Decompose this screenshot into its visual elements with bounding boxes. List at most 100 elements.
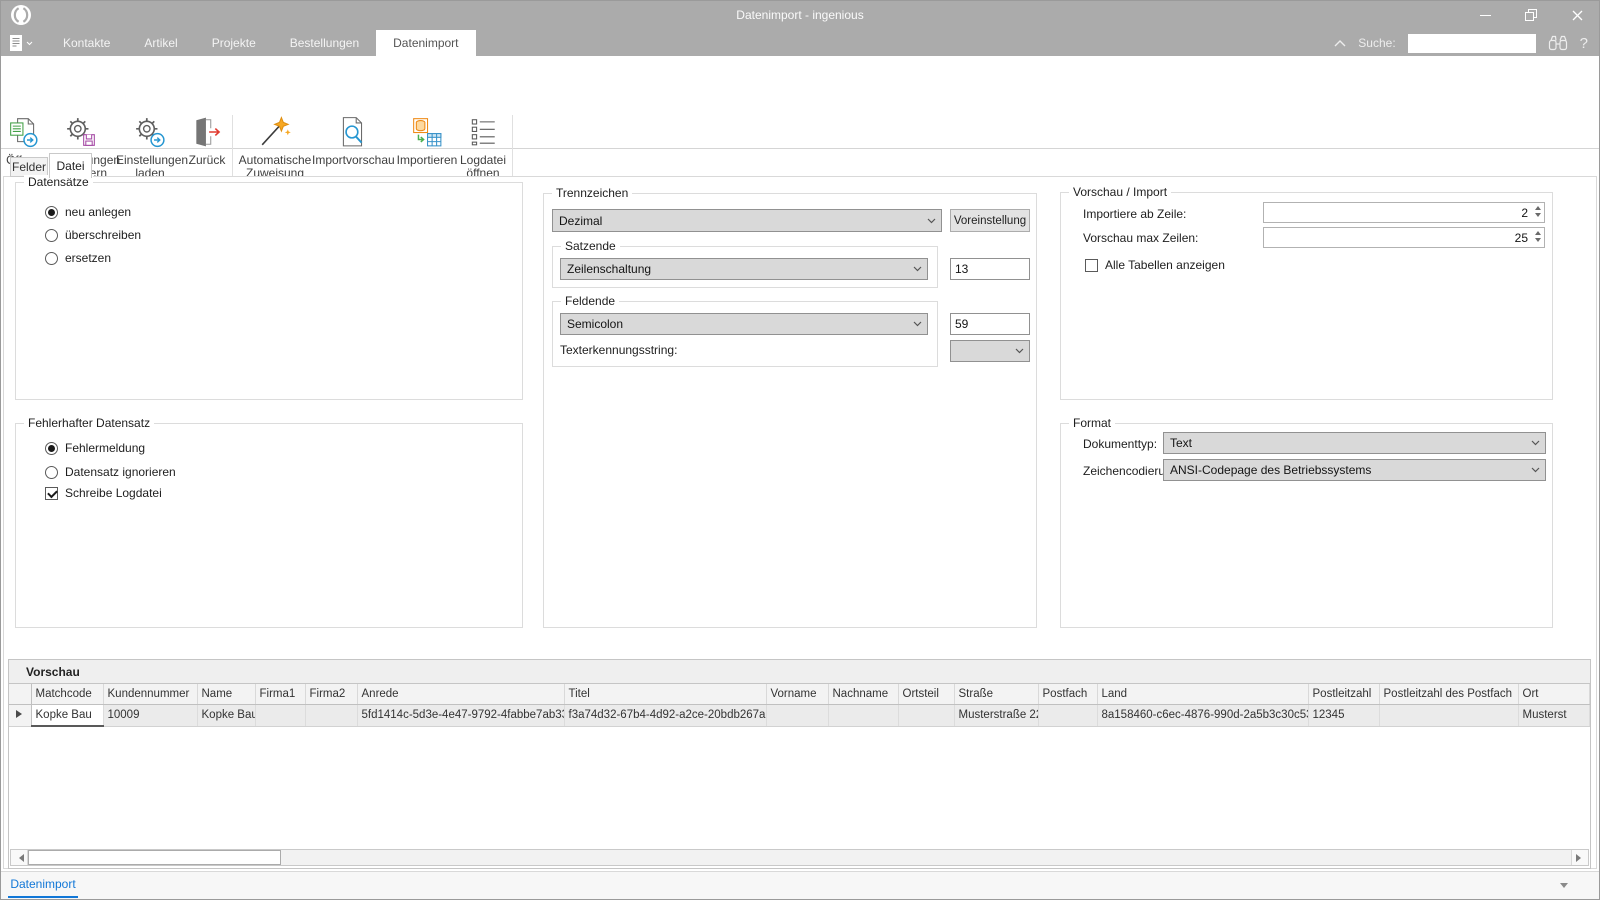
column-header-firma1[interactable]: Firma1 xyxy=(255,684,305,705)
column-header-postfach[interactable]: Postfach xyxy=(1038,684,1097,705)
chevron-down-icon xyxy=(1531,467,1540,473)
record-end-combo[interactable]: Zeilenschaltung xyxy=(560,258,928,280)
column-header-name[interactable]: Name xyxy=(197,684,255,705)
ribbon-tab-bestellungen[interactable]: Bestellungen xyxy=(273,30,376,56)
grid-cell-anrede[interactable]: 5fd1414c-5d3e-4e47-9792-4fabbe7ab33f xyxy=(357,705,564,727)
table-row[interactable]: Kopke Bau 10009 Kopke Bau 5fd1414c-5d3e-… xyxy=(9,705,1590,727)
grid-cell-kundennummer[interactable]: 10009 xyxy=(103,705,197,727)
field-end-combo[interactable]: Semicolon xyxy=(560,313,928,335)
import-preview-button[interactable]: Importvorschau xyxy=(312,116,394,167)
grid-cell-firma2[interactable] xyxy=(305,705,357,727)
search-input[interactable] xyxy=(1408,34,1536,53)
radio-ueberschreiben[interactable] xyxy=(45,229,58,242)
grid-cell-titel[interactable]: f3a74d32-67b4-4d92-a2ce-20bdb267a6ef xyxy=(564,705,766,727)
column-header-strasse[interactable]: Straße xyxy=(954,684,1038,705)
ribbon-tab-artikel[interactable]: Artikel xyxy=(127,30,194,56)
field-end-code-input[interactable] xyxy=(950,313,1030,335)
column-header-postleitzahl-postfach[interactable]: Postleitzahl des Postfach xyxy=(1379,684,1518,705)
combo-value: Zeilenschaltung xyxy=(567,262,651,276)
tab-list-dropdown-icon[interactable] xyxy=(1560,883,1568,892)
grid-cell-ort[interactable]: Musterst xyxy=(1518,705,1590,727)
column-header-ort[interactable]: Ort xyxy=(1518,684,1590,705)
groupbox-title: Fehlerhafter Datensatz xyxy=(24,416,154,430)
radio-label: überschreiben xyxy=(65,228,141,242)
chevron-down-icon xyxy=(1531,440,1540,446)
record-end-code-input[interactable] xyxy=(950,258,1030,280)
document-type-combo[interactable]: Text xyxy=(1163,432,1546,454)
import-from-row-input[interactable] xyxy=(1264,203,1531,222)
ribbon-tab-kontakte[interactable]: Kontakte xyxy=(46,30,127,56)
grid-cell-firma1[interactable] xyxy=(255,705,305,727)
ribbon-tab-projekte[interactable]: Projekte xyxy=(195,30,273,56)
close-button[interactable] xyxy=(1554,0,1600,30)
tab-datei[interactable]: Datei xyxy=(49,153,92,178)
preview-max-rows-input[interactable] xyxy=(1264,228,1531,247)
database-import-icon xyxy=(411,116,443,148)
collapse-ribbon-icon[interactable] xyxy=(1334,40,1346,47)
preset-button[interactable]: Voreinstellung xyxy=(950,209,1030,232)
grid-cell-name[interactable]: Kopke Bau xyxy=(197,705,255,727)
app-menu-button[interactable] xyxy=(8,32,40,54)
decimal-separator-combo[interactable]: Dezimal xyxy=(552,209,942,232)
encoding-combo[interactable]: ANSI-Codepage des Betriebssystems xyxy=(1163,459,1546,481)
radio-label: Fehlermeldung xyxy=(65,441,145,455)
load-settings-button[interactable]: Einstellungenladen xyxy=(116,116,184,180)
horizontal-scrollbar[interactable] xyxy=(10,849,1589,866)
button-label: Importieren xyxy=(396,154,458,167)
chevron-down-icon xyxy=(1015,348,1024,354)
column-header-firma2[interactable]: Firma2 xyxy=(305,684,357,705)
minimize-button[interactable] xyxy=(1462,0,1508,30)
back-button[interactable]: Zurück xyxy=(186,116,228,167)
grid-cell-matchcode[interactable]: Kopke Bau xyxy=(31,705,103,727)
preview-max-rows-spinner[interactable] xyxy=(1263,227,1545,248)
grid-cell-nachname[interactable] xyxy=(828,705,898,727)
checkbox-schreibe-logdatei[interactable] xyxy=(45,487,58,500)
column-header-ortsteil[interactable]: Ortsteil xyxy=(898,684,954,705)
radio-ersetzen[interactable] xyxy=(45,252,58,265)
text-qualifier-label: Texterkennungsstring: xyxy=(560,343,677,357)
binoculars-icon[interactable] xyxy=(1548,35,1568,51)
checkbox-alle-tabellen[interactable] xyxy=(1085,259,1098,272)
preview-panel-title: Vorschau xyxy=(9,660,1590,684)
groupbox-vorschau-import: Vorschau / Import xyxy=(1060,192,1553,400)
open-logfile-button[interactable]: Logdateiöffnen xyxy=(458,116,508,180)
grid-cell-postfach[interactable] xyxy=(1038,705,1097,727)
restore-button[interactable] xyxy=(1508,0,1554,30)
ribbon-tab-datenimport[interactable]: Datenimport xyxy=(376,30,475,56)
auto-assign-button[interactable]: AutomatischeZuweisung xyxy=(238,116,312,180)
column-header-nachname[interactable]: Nachname xyxy=(828,684,898,705)
column-header-titel[interactable]: Titel xyxy=(564,684,766,705)
grid-cell-postleitzahl-postfach[interactable] xyxy=(1379,705,1518,727)
column-header-kundennummer[interactable]: Kundennummer xyxy=(103,684,197,705)
column-header-anrede[interactable]: Anrede xyxy=(357,684,564,705)
document-tab-datenimport[interactable]: Datenimport xyxy=(8,872,78,896)
grid-cell-land[interactable]: 8a158460-c6ec-4876-990d-2a5b3c30c530 xyxy=(1097,705,1308,727)
checkbox-label: Schreibe Logdatei xyxy=(65,486,162,500)
tab-felder[interactable]: Felder xyxy=(10,157,48,177)
spinner-arrows[interactable] xyxy=(1531,228,1544,247)
column-header-land[interactable]: Land xyxy=(1097,684,1308,705)
grid-cell-strasse[interactable]: Musterstraße 22 xyxy=(954,705,1038,727)
column-header-vorname[interactable]: Vorname xyxy=(766,684,828,705)
column-header-postleitzahl[interactable]: Postleitzahl xyxy=(1308,684,1379,705)
text-qualifier-combo[interactable] xyxy=(950,340,1030,362)
column-header-matchcode[interactable]: Matchcode xyxy=(31,684,103,705)
import-from-row-spinner[interactable] xyxy=(1263,202,1545,223)
chevron-down-icon xyxy=(927,218,936,224)
grid-cell-ortsteil[interactable] xyxy=(898,705,954,727)
help-icon[interactable]: ? xyxy=(1580,35,1588,52)
search-label: Suche: xyxy=(1358,36,1395,50)
radio-fehlermeldung[interactable] xyxy=(45,442,58,455)
grid-cell-postleitzahl[interactable]: 12345 xyxy=(1308,705,1379,727)
scroll-left-button[interactable] xyxy=(11,850,28,865)
scroll-right-button[interactable] xyxy=(1571,850,1588,865)
grid-cell-vorname[interactable] xyxy=(766,705,828,727)
spinner-arrows[interactable] xyxy=(1531,203,1544,222)
radio-neu-anlegen[interactable] xyxy=(45,206,58,219)
scrollbar-thumb[interactable] xyxy=(28,850,281,865)
row-indicator-cell[interactable] xyxy=(9,705,31,727)
grid-corner-cell[interactable] xyxy=(9,684,31,705)
restore-icon xyxy=(1525,9,1537,21)
import-button[interactable]: Importieren xyxy=(396,116,458,167)
radio-datensatz-ignorieren[interactable] xyxy=(45,466,58,479)
